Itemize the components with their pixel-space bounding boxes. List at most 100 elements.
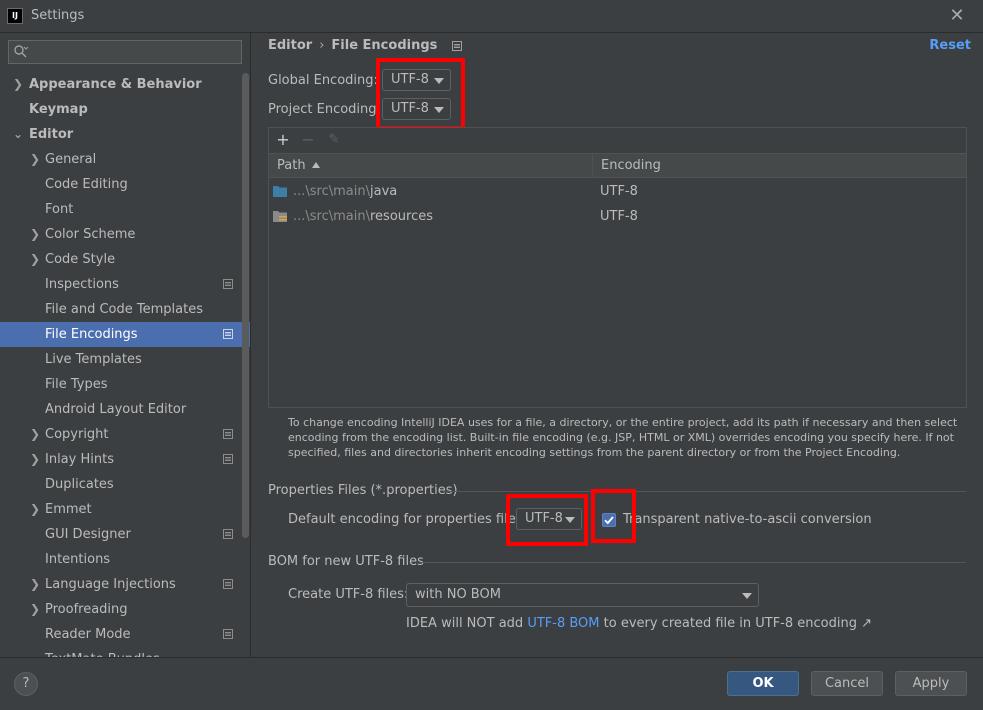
sidebar-item-textmate-bundles[interactable]: TextMate Bundles — [0, 647, 250, 657]
sidebar-item-code-style[interactable]: ❯ Code Style — [0, 247, 250, 272]
chevron-right-icon: ❯ — [29, 452, 41, 466]
breadcrumb-separator: › — [319, 38, 325, 53]
sidebar-item-live-templates[interactable]: Live Templates — [0, 347, 250, 372]
apply-button[interactable]: Apply — [895, 671, 967, 696]
sidebar-item-label: Code Editing — [45, 177, 128, 192]
breadcrumb-current: File Encodings — [331, 38, 438, 53]
bom-dropdown-value: with NO BOM — [415, 587, 501, 602]
add-icon[interactable]: + — [273, 129, 293, 151]
sidebar-item-language-injections[interactable]: ❯ Language Injections — [0, 572, 250, 597]
sidebar-item-color-scheme[interactable]: ❯ Color Scheme — [0, 222, 250, 247]
chevron-right-icon: ❯ — [29, 227, 41, 241]
table-row[interactable]: ...\src\main\java UTF-8 — [269, 179, 966, 204]
dialog-button-bar: ? OK Cancel Apply — [0, 657, 983, 710]
utf8-bom-link[interactable]: UTF-8 BOM — [527, 616, 599, 631]
project-settings-icon — [451, 41, 462, 51]
sidebar-item-label: Copyright — [45, 427, 109, 442]
sidebar-item-file-encodings[interactable]: File Encodings — [0, 322, 250, 347]
resources-folder-icon — [273, 211, 287, 222]
bom-dropdown[interactable]: with NO BOM — [406, 583, 759, 607]
sidebar-item-reader-mode[interactable]: Reader Mode — [0, 622, 250, 647]
sidebar-item-label: TextMate Bundles — [45, 647, 160, 657]
chevron-right-icon: ❯ — [29, 152, 41, 166]
sidebar-item-emmet[interactable]: ❯ Emmet — [0, 497, 250, 522]
sidebar-item-inlay-hints[interactable]: ❯ Inlay Hints — [0, 447, 250, 472]
file-encodings-panel: Editor › File Encodings Reset Global Encod… — [250, 33, 983, 657]
sidebar-item-general[interactable]: ❯ General — [0, 147, 250, 172]
encoding-help-text: To change encoding IntelliJ IDEA uses fo… — [288, 416, 958, 459]
search-input[interactable] — [31, 43, 236, 61]
settings-sidebar: ❯ Appearance & Behavior Keymap ⌄ Editor … — [0, 33, 250, 657]
cancel-button[interactable]: Cancel — [811, 671, 883, 696]
section-divider — [419, 562, 966, 563]
sidebar-item-label: File Types — [45, 377, 108, 392]
sidebar-item-file-types[interactable]: File Types — [0, 372, 250, 397]
sidebar-item-inspections[interactable]: Inspections — [0, 272, 250, 297]
sidebar-item-android-layout-editor[interactable]: Android Layout Editor — [0, 397, 250, 422]
project-settings-icon — [223, 529, 233, 539]
breadcrumb-parent: Editor — [268, 38, 313, 53]
sidebar-item-label: Intentions — [45, 552, 111, 567]
breadcrumb: Editor › File Encodings — [268, 38, 462, 53]
encoding-column-label: Encoding — [601, 158, 661, 173]
edit-icon[interactable]: ✎ — [324, 129, 344, 151]
sidebar-item-code-editing[interactable]: Code Editing — [0, 172, 250, 197]
chevron-right-icon: ❯ — [29, 602, 41, 616]
sidebar-item-label: Duplicates — [45, 477, 114, 492]
sidebar-item-label: Inlay Hints — [45, 452, 114, 467]
sidebar-item-editor[interactable]: ⌄ Editor — [0, 122, 250, 147]
project-settings-icon — [223, 629, 233, 639]
search-icon — [14, 45, 29, 58]
intellij-app-icon: IJ — [7, 8, 23, 24]
properties-section-title: Properties Files (*.properties) — [268, 483, 458, 498]
sidebar-item-keymap[interactable]: Keymap — [0, 97, 250, 122]
sidebar-item-label: Android Layout Editor — [45, 402, 187, 417]
sidebar-item-label: File and Code Templates — [45, 302, 203, 317]
row-path-prefix: ...\src\main\ — [293, 184, 370, 199]
transparent-conversion-label: Transparent native-to-ascii conversion — [623, 512, 872, 527]
sidebar-item-intentions[interactable]: Intentions — [0, 547, 250, 572]
sidebar-item-proofreading[interactable]: ❯ Proofreading — [0, 597, 250, 622]
settings-search-box[interactable] — [8, 40, 242, 64]
section-divider — [443, 491, 966, 492]
sidebar-item-label: GUI Designer — [45, 527, 131, 542]
bom-section-title: BOM for new UTF-8 files — [268, 554, 424, 569]
path-column-header[interactable]: Path — [269, 154, 592, 178]
sidebar-item-label: Inspections — [45, 277, 119, 292]
sidebar-item-duplicates[interactable]: Duplicates — [0, 472, 250, 497]
path-encoding-table: + − ✎ Path Encoding ...\src\main\java UT… — [268, 127, 967, 408]
reset-link[interactable]: Reset — [929, 38, 971, 53]
global-encoding-label: Global Encoding: — [268, 73, 378, 88]
ok-button[interactable]: OK — [727, 671, 799, 696]
highlight-box-checkbox — [591, 489, 636, 543]
sidebar-item-label: File Encodings — [45, 327, 138, 342]
sidebar-item-label: Editor — [29, 127, 74, 142]
project-encoding-label: Project Encoding: — [268, 102, 381, 117]
project-settings-icon — [223, 429, 233, 439]
encoding-column-header[interactable]: Encoding — [592, 154, 967, 178]
sidebar-item-file-and-code-templates[interactable]: File and Code Templates — [0, 297, 250, 322]
chevron-right-icon: ❯ — [29, 502, 41, 516]
path-column-label: Path — [277, 158, 306, 173]
sidebar-item-copyright[interactable]: ❯ Copyright — [0, 422, 250, 447]
sidebar-item-label: Font — [45, 202, 74, 217]
sidebar-item-label: Color Scheme — [45, 227, 136, 242]
chevron-right-icon: ❯ — [12, 77, 24, 91]
sidebar-item-label: Code Style — [45, 252, 116, 267]
sidebar-scrollbar[interactable] — [242, 73, 249, 538]
bom-info-prefix: IDEA will NOT add — [406, 616, 524, 631]
table-row[interactable]: ...\src\main\resources UTF-8 — [269, 204, 966, 229]
table-toolbar: + − ✎ — [269, 128, 966, 153]
remove-icon[interactable]: − — [298, 129, 318, 151]
window-title: Settings — [31, 8, 85, 23]
sidebar-item-label: Keymap — [29, 102, 88, 117]
sidebar-item-appearance-behavior[interactable]: ❯ Appearance & Behavior — [0, 72, 250, 97]
sidebar-item-gui-designer[interactable]: GUI Designer — [0, 522, 250, 547]
sidebar-item-label: Appearance & Behavior — [29, 77, 202, 92]
project-settings-icon — [223, 454, 233, 464]
project-settings-icon — [223, 579, 233, 589]
sidebar-item-font[interactable]: Font — [0, 197, 250, 222]
close-icon[interactable]: ✕ — [948, 6, 966, 26]
help-button[interactable]: ? — [14, 672, 38, 696]
bom-info-text: IDEA will NOT add UTF-8 BOM to every cre… — [406, 616, 872, 631]
